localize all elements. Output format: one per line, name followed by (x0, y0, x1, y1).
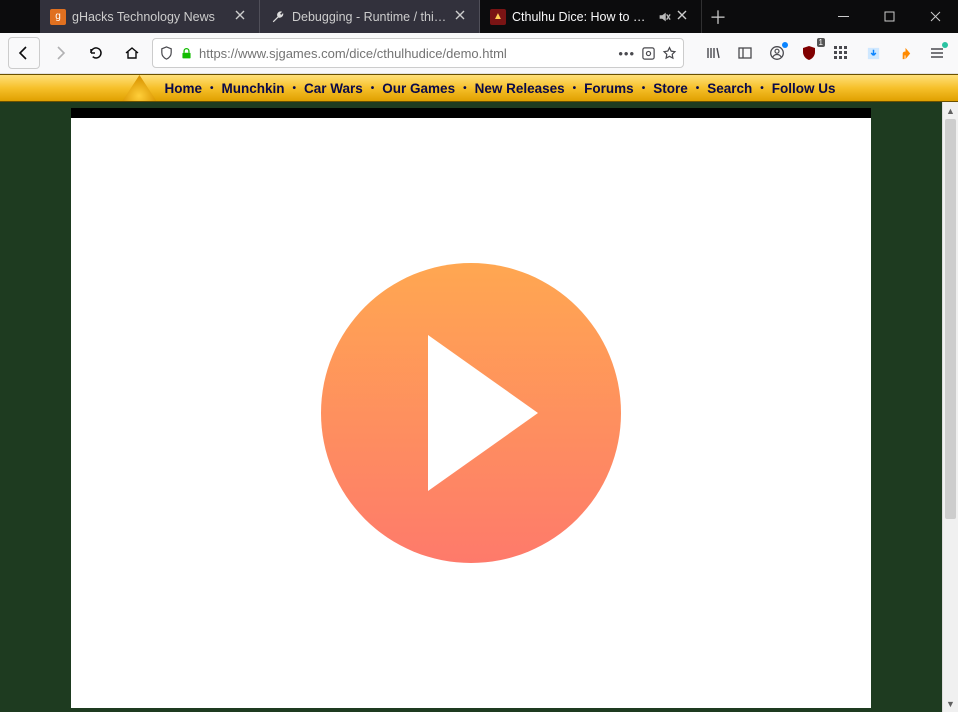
extension-icon[interactable] (892, 40, 918, 66)
close-tab-icon[interactable] (455, 10, 469, 24)
browser-tab-ghacks[interactable]: g gHacks Technology News (40, 0, 260, 33)
tab-title: Cthulhu Dice: How to Play (512, 10, 651, 24)
ublock-icon[interactable]: 1 (796, 40, 822, 66)
browser-toolbar-addons: 1 (688, 40, 950, 66)
nav-store[interactable]: Store (653, 81, 688, 96)
wrench-icon (270, 9, 286, 25)
mute-icon[interactable] (657, 10, 671, 24)
close-tab-icon[interactable] (677, 10, 691, 24)
url-text: https://www.sjgames.com/dice/cthulhudice… (199, 46, 612, 61)
favicon-icon: ▲ (490, 9, 506, 25)
apps-grid-icon[interactable] (828, 40, 854, 66)
menu-icon[interactable] (924, 40, 950, 66)
scrollbar-thumb[interactable] (945, 119, 956, 519)
nav-car-wars[interactable]: Car Wars (304, 81, 363, 96)
browser-tab-cthulhu[interactable]: ▲ Cthulhu Dice: How to Play (480, 0, 702, 33)
tab-title: Debugging - Runtime / this-fir (292, 10, 449, 24)
window-controls (820, 0, 958, 33)
pyramid-logo-icon[interactable] (122, 75, 156, 101)
nav-our-games[interactable]: Our Games (382, 81, 455, 96)
page-actions-icon[interactable]: ••• (618, 46, 635, 61)
nav-search[interactable]: Search (707, 81, 752, 96)
vertical-scrollbar[interactable]: ▲ ▼ (942, 102, 958, 712)
home-button[interactable] (116, 37, 148, 69)
profile-icon[interactable] (764, 40, 790, 66)
bookmark-star-icon[interactable] (662, 46, 677, 61)
back-button[interactable] (8, 37, 40, 69)
nav-forums[interactable]: Forums (584, 81, 634, 96)
download-addon-icon[interactable] (860, 40, 886, 66)
play-button[interactable] (321, 263, 621, 563)
new-tab-button[interactable]: ＋ (702, 0, 734, 33)
nav-munchkin[interactable]: Munchkin (221, 81, 284, 96)
close-tab-icon[interactable] (235, 10, 249, 24)
nav-follow-us[interactable]: Follow Us (772, 81, 836, 96)
page-viewport (0, 102, 942, 712)
reader-mode-icon[interactable] (641, 46, 656, 61)
tab-title: gHacks Technology News (72, 10, 229, 24)
url-bar[interactable]: https://www.sjgames.com/dice/cthulhudice… (152, 38, 684, 68)
nav-home[interactable]: Home (164, 81, 202, 96)
browser-nav-bar: https://www.sjgames.com/dice/cthulhudice… (0, 33, 958, 74)
nav-new-releases[interactable]: New Releases (475, 81, 565, 96)
library-icon[interactable] (700, 40, 726, 66)
window-maximize-button[interactable] (866, 0, 912, 33)
scroll-down-arrow-icon[interactable]: ▼ (943, 695, 958, 712)
browser-tab-strip: g gHacks Technology News Debugging - Run… (0, 0, 958, 33)
video-poster (71, 118, 871, 708)
window-close-button[interactable] (912, 0, 958, 33)
forward-button[interactable] (44, 37, 76, 69)
browser-tab-debugging[interactable]: Debugging - Runtime / this-fir (260, 0, 480, 33)
video-embed-frame (71, 108, 871, 708)
scroll-up-arrow-icon[interactable]: ▲ (943, 102, 958, 119)
shield-icon[interactable] (159, 46, 174, 61)
site-nav-bar: Home• Munchkin• Car Wars• Our Games• New… (0, 74, 958, 102)
play-triangle-icon (428, 335, 538, 491)
lock-icon[interactable] (180, 47, 193, 60)
favicon-icon: g (50, 9, 66, 25)
sidebars-icon[interactable] (732, 40, 758, 66)
window-minimize-button[interactable] (820, 0, 866, 33)
reload-button[interactable] (80, 37, 112, 69)
